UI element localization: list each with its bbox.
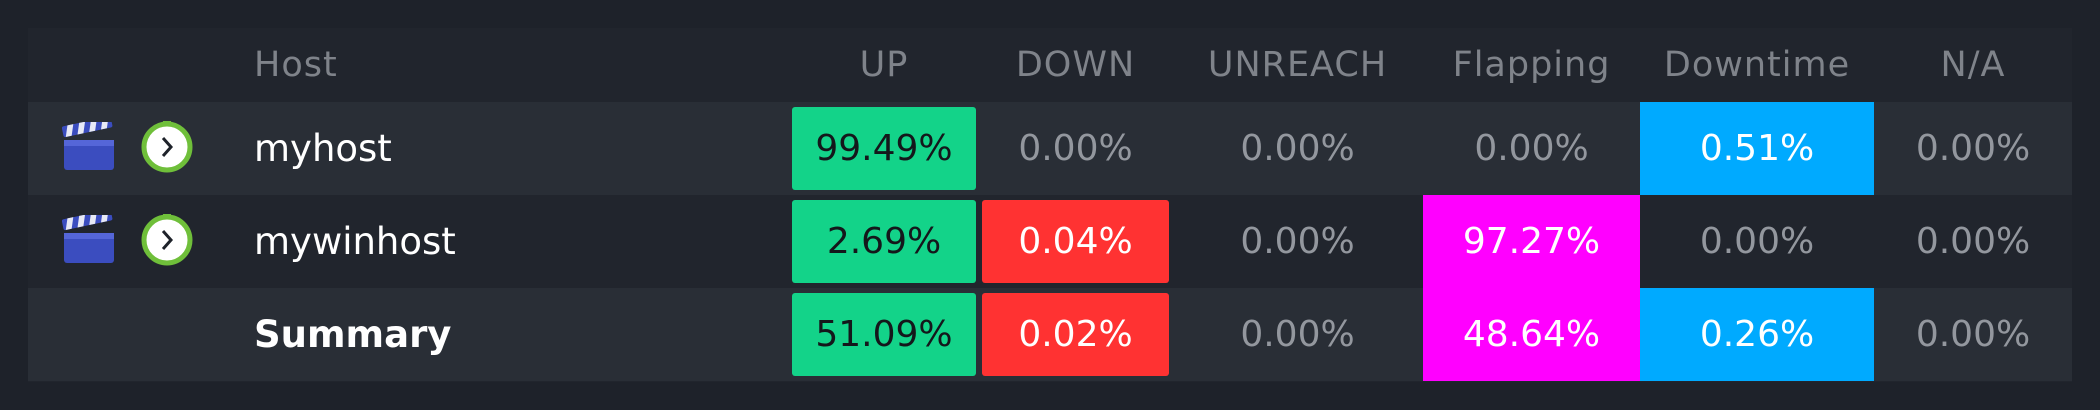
flapping-value: 0.00% — [1474, 128, 1589, 169]
host-name[interactable]: myhost — [254, 102, 789, 195]
up-pill: 99.49% — [792, 107, 976, 190]
down-value: 0.00% — [1018, 128, 1133, 169]
availability-panel: Host UP DOWN UNREACH Flapping Downtime N… — [28, 28, 2072, 382]
table-row: myhost 99.49% 0.00% 0.00% 0.00% 0.51% 0.… — [28, 102, 2072, 195]
up-pill: 2.69% — [792, 200, 976, 283]
row-icons — [28, 102, 254, 195]
timeline-clock-icon[interactable] — [141, 120, 193, 177]
header-unreach[interactable]: UNREACH — [1172, 28, 1423, 102]
up-value: 2.69% — [789, 195, 979, 288]
header-up[interactable]: UP — [789, 28, 979, 102]
timeline-clock-icon[interactable] — [141, 213, 193, 270]
header-host[interactable]: Host — [254, 28, 789, 102]
header-flapping[interactable]: Flapping — [1423, 28, 1640, 102]
downtime-value: 0.00% — [1699, 221, 1815, 262]
clapperboard-icon[interactable] — [61, 209, 116, 269]
header-na[interactable]: N/A — [1874, 28, 2072, 102]
na-value: 0.00% — [1915, 314, 2031, 355]
down-value: 0.04% — [979, 195, 1172, 288]
table-header-row: Host UP DOWN UNREACH Flapping Downtime N… — [28, 28, 2072, 102]
unreach-value: 0.00% — [1240, 314, 1355, 355]
na-value: 0.00% — [1915, 221, 2031, 262]
flapping-value: 48.64% — [1423, 288, 1640, 381]
up-value: 51.09% — [789, 288, 979, 381]
host-name[interactable]: mywinhost — [254, 195, 789, 288]
row-icons — [28, 288, 254, 381]
unreach-value: 0.00% — [1240, 128, 1355, 169]
header-down[interactable]: DOWN — [979, 28, 1172, 102]
downtime-value: 0.26% — [1640, 288, 1874, 381]
downtime-value: 0.51% — [1640, 102, 1874, 195]
na-value: 0.00% — [1915, 128, 2031, 169]
availability-table: Host UP DOWN UNREACH Flapping Downtime N… — [28, 28, 2072, 381]
summary-label: Summary — [254, 313, 452, 356]
down-pill: 0.04% — [982, 200, 1169, 283]
down-pill: 0.02% — [982, 293, 1169, 376]
down-value: 0.02% — [979, 288, 1172, 381]
header-downtime[interactable]: Downtime — [1640, 28, 1874, 102]
flapping-value: 97.27% — [1423, 195, 1640, 288]
up-value: 99.49% — [789, 102, 979, 195]
header-icons — [28, 28, 254, 102]
unreach-value: 0.00% — [1240, 221, 1355, 262]
up-pill: 51.09% — [792, 293, 976, 376]
summary-row: Summary 51.09% 0.02% 0.00% 48.64% 0.26% … — [28, 288, 2072, 381]
clapperboard-icon[interactable] — [61, 116, 116, 176]
row-icons — [28, 195, 254, 288]
table-row: mywinhost 2.69% 0.04% 0.00% 97.27% 0.00%… — [28, 195, 2072, 288]
